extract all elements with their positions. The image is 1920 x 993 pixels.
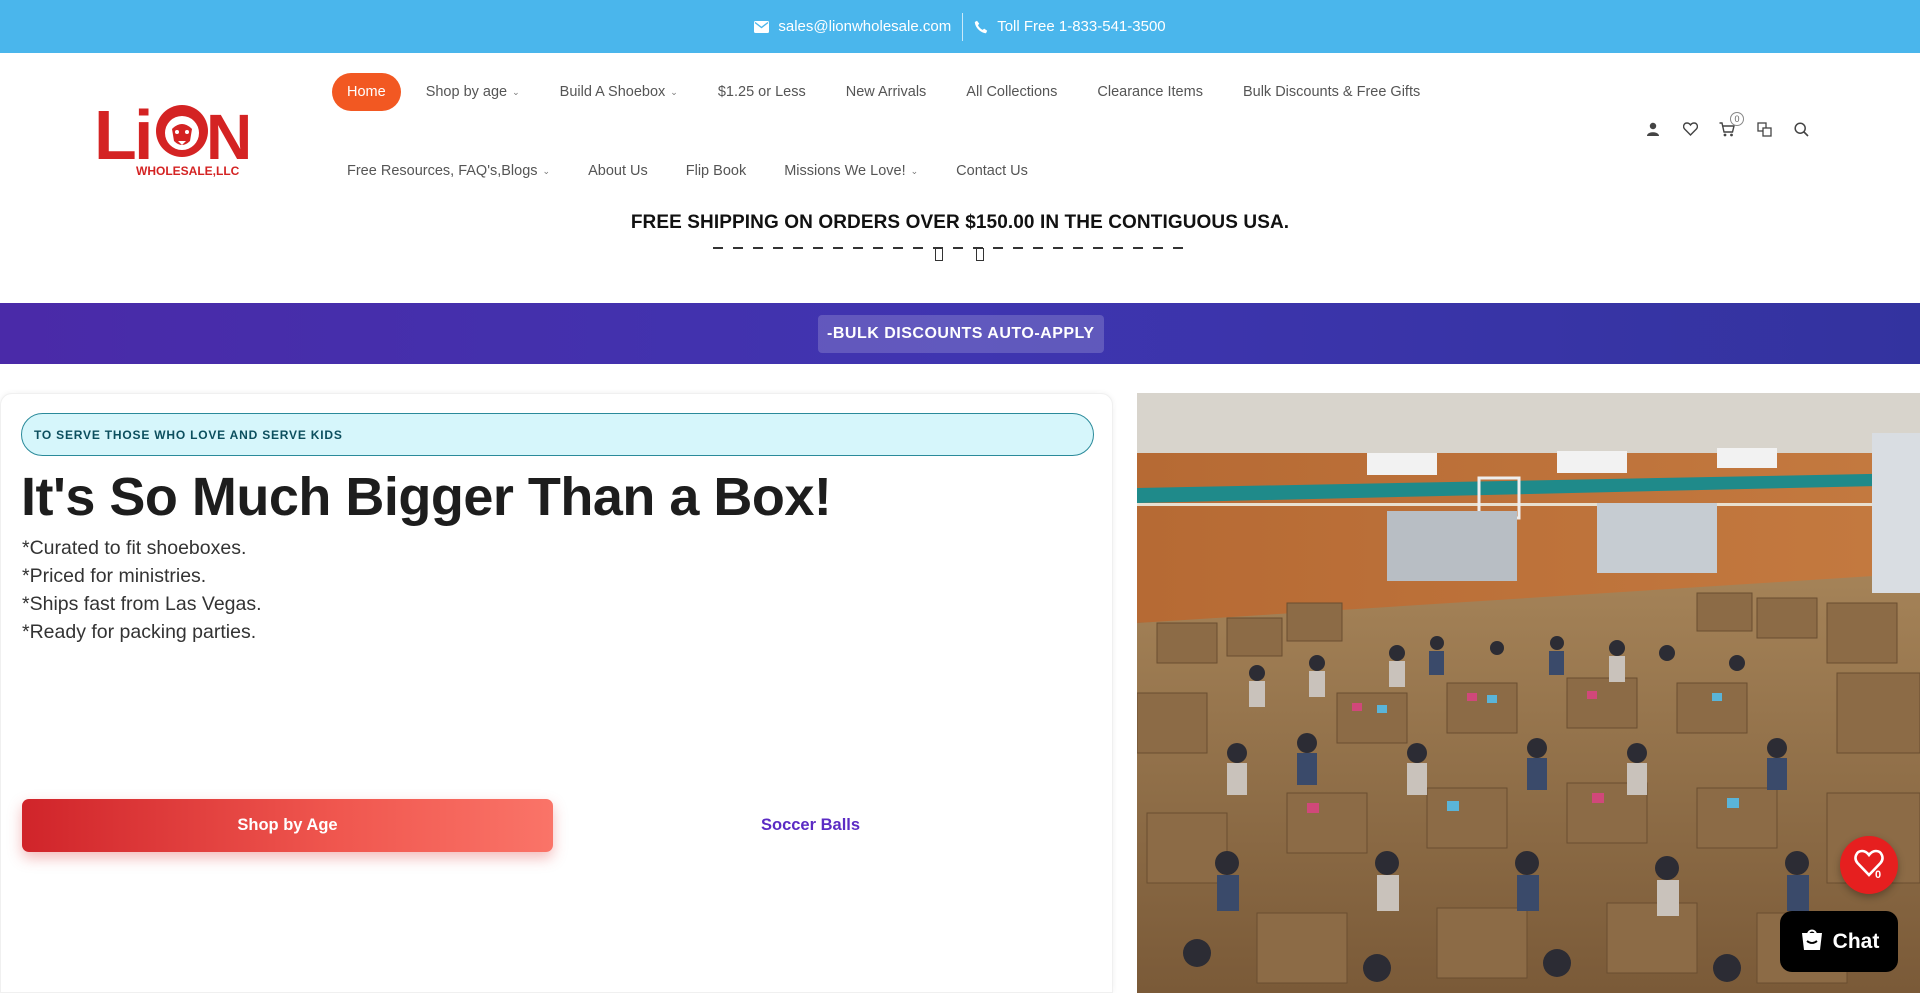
nav-missions-we-love-label: Missions We Love! [784,163,906,179]
chevron-down-icon: ⌄ [670,86,678,97]
nav-new-arrivals-label: New Arrivals [845,84,927,100]
phone-text: Toll Free 1-833-541-3500 [997,18,1166,35]
missing-glyph-icon [976,248,984,261]
hero-bullet: *Ready for packing parties. [22,621,257,643]
wishlist-count: 0 [1875,869,1882,881]
nav-free-resources[interactable]: Free Resources, FAQ's,Blogs ⌄ [347,163,550,179]
promo-band: -BULK DISCOUNTS AUTO-APPLY [0,303,1920,364]
nav-all-collections[interactable]: All Collections [966,84,1057,100]
nav-build-a-shoebox[interactable]: Build A Shoebox ⌄ [560,84,678,100]
nav-125-or-less-label: $1.25 or Less [717,84,806,100]
hero-tagline: TO SERVE THOSE WHO LOVE AND SERVE KIDS [21,413,1094,456]
nav-contact-us[interactable]: Contact Us [956,163,1028,179]
chevron-down-icon: ⌄ [910,165,919,176]
hero-bullet: *Priced for ministries. [22,565,207,587]
mail-icon [754,20,770,33]
hero-title: It's So Much Bigger Than a Box! [21,467,832,527]
shop-by-age-button[interactable]: Shop by Age [22,799,553,852]
compare-icon[interactable] [1755,120,1773,138]
svg-text:WHOLESALE,LLC: WHOLESALE,LLC [136,164,240,178]
email-contact[interactable]: sales@lionwholesale.com [743,18,962,35]
svg-text:L: L [94,96,135,174]
nav-home-label: Home [347,84,386,100]
site-header: L i N WHOLESALE,LLC Home Shop by age ⌄ Bu… [0,53,1920,203]
main-nav-row-2: Free Resources, FAQ's,Blogs ⌄ About Us Fl… [347,152,1066,190]
top-contact-bar: sales@lionwholesale.com Toll Free 1-833-… [0,0,1920,53]
nav-about-us[interactable]: About Us [588,163,648,179]
hero-bullet: *Curated to fit shoeboxes. [22,537,247,559]
main-nav-row-1: Home Shop by age ⌄ Build A Shoebox ⌄ $1.25… [332,73,1460,111]
nav-missions-we-love[interactable]: Missions We Love! ⌄ [784,163,918,179]
hero-bullet: *Ships fast from Las Vegas. [22,593,262,615]
nav-bulk-discounts[interactable]: Bulk Discounts & Free Gifts [1243,84,1420,100]
chevron-down-icon: ⌄ [512,86,520,97]
header-icon-group: 0 [1644,112,1810,138]
marquee-dashes [713,247,1183,249]
lion-wholesale-logo[interactable]: L i N WHOLESALE,LLC [94,91,254,181]
search-icon[interactable] [1792,120,1810,138]
chevron-down-icon: ⌄ [542,165,551,176]
nav-about-us-label: About Us [588,163,648,179]
nav-new-arrivals[interactable]: New Arrivals [846,84,927,100]
cart-icon[interactable]: 0 [1718,112,1744,138]
nav-free-resources-label: Free Resources, FAQ's,Blogs [347,163,538,179]
hero-bullets: *Curated to fit shoeboxes. *Priced for m… [22,534,262,646]
phone-icon [974,20,988,34]
nav-flip-book-label: Flip Book [685,163,747,179]
packing-party-photo [1137,393,1920,993]
phone-contact[interactable]: Toll Free 1-833-541-3500 [963,18,1176,35]
chat-label: Chat [1832,929,1880,953]
nav-shop-by-age[interactable]: Shop by age ⌄ [426,84,520,100]
nav-bulk-discounts-label: Bulk Discounts & Free Gifts [1242,84,1421,100]
cart-count-badge: 0 [1730,112,1744,126]
svg-text:N: N [206,101,252,173]
nav-all-collections-label: All Collections [966,84,1058,100]
wishlist-icon[interactable] [1681,120,1699,138]
nav-home[interactable]: Home [332,73,401,111]
missing-glyph-icon [935,248,943,261]
chat-button[interactable]: Chat [1780,911,1898,972]
svg-text:i: i [134,96,153,174]
free-shipping-banner: FREE SHIPPING ON ORDERS OVER $150.00 IN … [630,212,1290,233]
email-text: sales@lionwholesale.com [778,18,952,35]
nav-clearance-items[interactable]: Clearance Items [1097,84,1203,100]
nav-shop-by-age-label: Shop by age [425,84,508,100]
account-icon[interactable] [1644,120,1662,138]
soccer-balls-link[interactable]: Soccer Balls [761,799,860,852]
nav-125-or-less[interactable]: $1.25 or Less [718,84,806,100]
bulk-discounts-button[interactable]: -BULK DISCOUNTS AUTO-APPLY [818,315,1104,353]
nav-clearance-items-label: Clearance Items [1097,84,1203,100]
floating-wishlist-button[interactable]: 0 [1840,836,1898,894]
nav-flip-book[interactable]: Flip Book [686,163,746,179]
nav-contact-us-label: Contact Us [956,163,1028,179]
hero-card: TO SERVE THOSE WHO LOVE AND SERVE KIDS I… [0,393,1113,993]
nav-build-a-shoebox-label: Build A Shoebox [559,84,666,100]
chat-bag-icon [1799,927,1825,957]
